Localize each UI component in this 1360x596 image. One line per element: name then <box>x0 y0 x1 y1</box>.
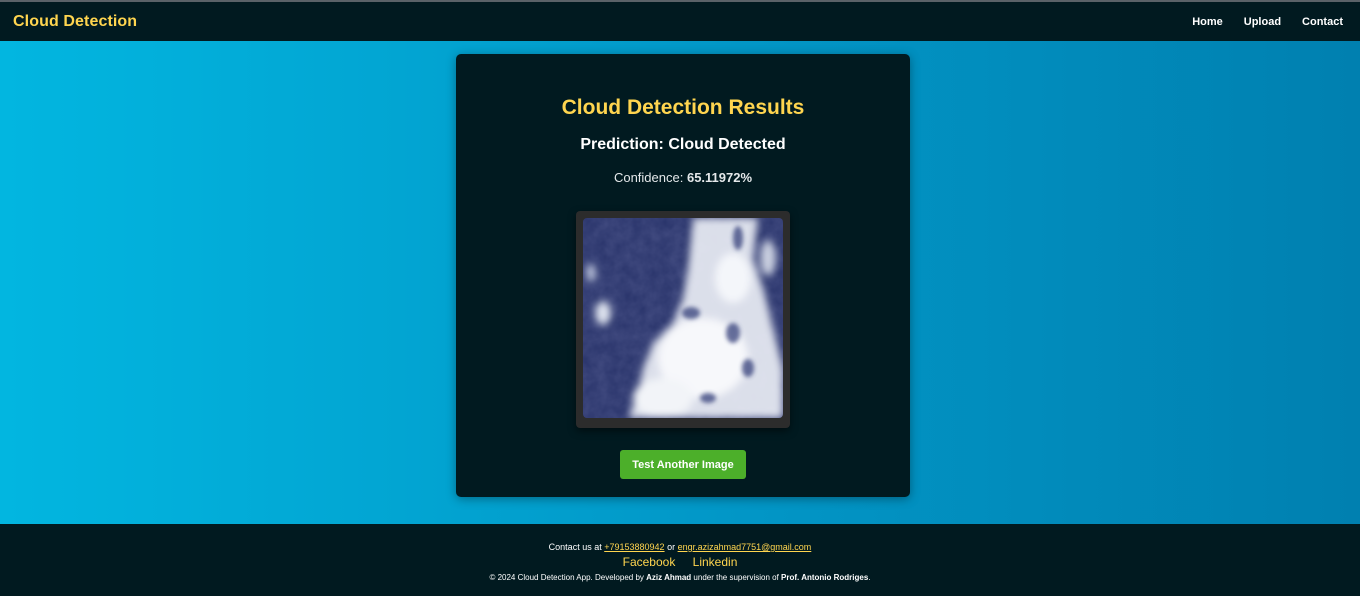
supervision-text: under the supervision of <box>693 573 779 582</box>
developer-name: Aziz Ahmad <box>646 573 692 582</box>
nav-link-contact[interactable]: Contact <box>1302 16 1343 28</box>
linkedin-link[interactable]: Linkedin <box>693 555 738 569</box>
confidence-text: Confidence: 65.11972% <box>456 170 910 185</box>
results-card: Cloud Detection Results Prediction: Clou… <box>456 54 910 497</box>
social-links: Facebook Linkedin <box>0 555 1360 569</box>
confidence-value: 65.11972% <box>686 170 753 185</box>
brand-logo[interactable]: Cloud Detection <box>13 13 137 31</box>
satellite-image-frame <box>576 211 790 428</box>
contact-line: Contact us at +79153880942 or engr.aziza… <box>0 542 1360 552</box>
facebook-link[interactable]: Facebook <box>623 555 676 569</box>
satellite-image <box>583 218 783 418</box>
navbar: Cloud Detection Home Upload Contact <box>0 2 1360 41</box>
copyright-period: . <box>868 573 871 582</box>
copyright-prefix: © 2024 Cloud Detection App. Developed by <box>489 573 644 582</box>
nav-links: Home Upload Contact <box>1171 16 1343 28</box>
test-another-image-button[interactable]: Test Another Image <box>620 450 746 479</box>
confidence-label: Confidence: <box>613 170 684 185</box>
footer: Contact us at +79153880942 or engr.aziza… <box>0 524 1360 596</box>
contact-or: or <box>667 542 676 552</box>
contact-prefix: Contact us at <box>548 542 602 552</box>
nav-link-home[interactable]: Home <box>1192 16 1223 28</box>
supervisor-name: Prof. Antonio Rodriges <box>781 573 869 582</box>
nav-link-upload[interactable]: Upload <box>1244 16 1281 28</box>
results-title: Cloud Detection Results <box>561 96 805 119</box>
phone-link[interactable]: +79153880942 <box>604 542 664 552</box>
copyright-text: © 2024 Cloud Detection App. Developed by… <box>0 573 1360 582</box>
email-link[interactable]: engr.azizahmad7751@gmail.com <box>678 542 812 552</box>
prediction-text: Prediction: Cloud Detected <box>580 136 786 153</box>
